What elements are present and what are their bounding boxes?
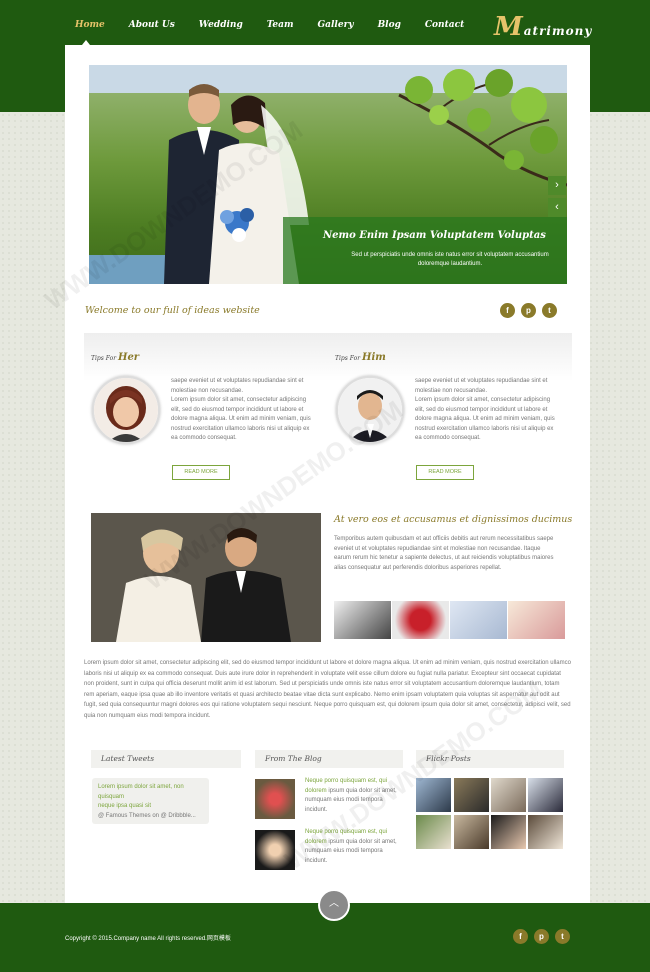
flickr-thumb-2[interactable]	[454, 778, 489, 812]
tips-her-prefix: Tips For	[91, 355, 117, 362]
flickr-posts-header: Flickr Posts	[416, 750, 564, 768]
blog-post-2-image[interactable]	[255, 830, 295, 870]
flickr-thumb-5[interactable]	[416, 815, 451, 849]
her-read-more-button[interactable]: READ MORE	[172, 465, 230, 480]
twitter-icon[interactable]: t	[542, 303, 557, 318]
feature-heading: At vero eos et accusamus et dignissimos …	[334, 514, 573, 525]
tweet-box: Lorem ipsum dolor sit amet, non quisquam…	[92, 778, 209, 824]
blog-post-1-image[interactable]	[255, 779, 295, 819]
nav-item-about-us[interactable]: About Us	[129, 20, 175, 30]
tweet-line-1: Lorem ipsum dolor sit amet,	[98, 784, 174, 790]
gallery-thumb-2[interactable]	[392, 601, 449, 639]
slider-prev-button[interactable]: ‹	[548, 198, 566, 217]
footer-twitter-icon[interactable]: t	[555, 929, 570, 944]
tips-him-prefix: Tips For	[335, 355, 361, 362]
latest-tweets-header: Latest Tweets	[91, 750, 241, 768]
tips-him-highlight: saepe eveniet ut et voluptates repudiand…	[415, 378, 548, 394]
flickr-thumb-1[interactable]	[416, 778, 451, 812]
tips-him-name: Him	[362, 352, 386, 363]
logo-initial: M	[494, 12, 524, 42]
slider-next-button[interactable]: ›	[548, 176, 566, 195]
latest-tweets-title: Latest Tweets	[101, 754, 155, 763]
her-avatar	[92, 376, 160, 444]
tips-him-heading: Tips For Him	[335, 352, 386, 363]
tweet-line-2: neque ipsa quasi sit	[98, 803, 152, 809]
wedding-dance-illustration	[91, 513, 321, 642]
scroll-to-top-button[interactable]: ︿	[318, 889, 350, 921]
tree-branch-image	[398, 69, 567, 187]
flickr-thumb-6[interactable]	[454, 815, 489, 849]
nav-item-home[interactable]: Home	[75, 20, 105, 30]
woman-portrait-image	[94, 378, 158, 442]
site-logo[interactable]: Matrimony	[494, 12, 592, 42]
footer-facebook-icon[interactable]: f	[513, 929, 528, 944]
from-the-blog-header: From The Blog	[255, 750, 403, 768]
flickr-thumb-8[interactable]	[528, 815, 563, 849]
tips-her-text: Lorem ipsum dolor sit amet, consectetur …	[171, 397, 311, 441]
flickr-thumb-4[interactable]	[528, 778, 563, 812]
nav-item-team[interactable]: Team	[267, 20, 294, 30]
tips-her-body: saepe eveniet ut et voluptates repudiand…	[171, 377, 316, 444]
flickr-thumb-3[interactable]	[491, 778, 526, 812]
tips-her-heading: Tips For Her	[91, 352, 139, 363]
tips-him-body: saepe eveniet ut et voluptates repudiand…	[415, 377, 560, 444]
him-read-more-button[interactable]: READ MORE	[416, 465, 474, 480]
gallery-thumb-3[interactable]	[450, 601, 507, 639]
tips-him-text: Lorem ipsum dolor sit amet, consectetur …	[415, 397, 555, 441]
nav-item-contact[interactable]: Contact	[425, 20, 464, 30]
tips-her-name: Her	[118, 352, 140, 363]
him-avatar	[336, 376, 404, 444]
welcome-heading: Welcome to our full of ideas website	[85, 305, 260, 316]
tips-her-highlight: saepe eveniet ut et voluptates repudiand…	[171, 378, 304, 394]
feature-text: Temporibus autem quibusdam et aut offici…	[334, 536, 554, 571]
footer-pinterest-icon[interactable]: p	[534, 929, 549, 944]
tweet-handle[interactable]: @ Famous Themes on @ Dribbble...	[98, 813, 196, 819]
blog-post-2: Neque porro quisquam est, qui dolorem ip…	[305, 828, 400, 866]
copyright-text: Copyright © 2015.Company name All rights…	[65, 936, 231, 942]
gallery-thumb-4[interactable]	[508, 601, 565, 639]
flickr-posts-title: Flickr Posts	[426, 754, 471, 763]
tweet-text: Lorem ipsum dolor sit amet, non quisquam…	[98, 783, 206, 821]
man-portrait-image	[338, 378, 402, 442]
nav-item-gallery[interactable]: Gallery	[318, 20, 354, 30]
from-the-blog-title: From The Blog	[265, 754, 322, 763]
hero-slider: Nemo Enim Ipsam Voluptatem Voluptas Sed …	[89, 65, 567, 284]
slider-caption-text: Sed ut perspiciatis unde omnis iste natu…	[351, 252, 549, 267]
blog-post-1: Neque porro quisquam est, qui dolorem ip…	[305, 777, 400, 815]
slider-caption-title: Nemo Enim Ipsam Voluptatem Voluptas	[323, 230, 546, 241]
nav-item-wedding[interactable]: Wedding	[199, 20, 243, 30]
facebook-icon[interactable]: f	[500, 303, 515, 318]
nav-item-blog[interactable]: Blog	[378, 20, 401, 30]
main-nav: Home About Us Wedding Team Gallery Blog …	[75, 20, 488, 30]
pinterest-icon[interactable]: p	[521, 303, 536, 318]
wedding-dance-image	[91, 513, 321, 642]
flickr-thumb-7[interactable]	[491, 815, 526, 849]
slider-caption: Nemo Enim Ipsam Voluptatem Voluptas Sed …	[283, 217, 567, 284]
logo-text: atrimony	[523, 24, 593, 38]
gallery-thumb-1[interactable]	[334, 601, 391, 639]
body-paragraph: Lorem ipsum dolor sit amet, consectetur …	[84, 660, 571, 719]
